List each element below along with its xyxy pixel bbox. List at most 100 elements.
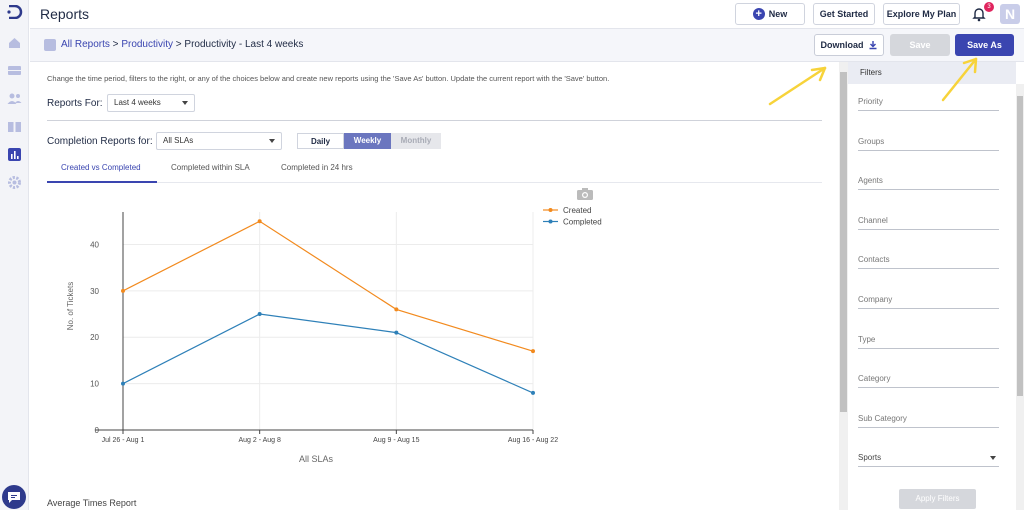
series-line-created <box>122 220 534 352</box>
data-point-created <box>394 307 399 312</box>
legend-label-created: Created <box>563 206 591 215</box>
reports-for-select[interactable]: Last 4 weeks <box>107 94 195 112</box>
main-scrollbar[interactable] <box>839 62 848 510</box>
filter-field-sports[interactable]: Sports <box>858 453 999 468</box>
report-header: All Reports > Productivity > Productivit… <box>30 29 1024 62</box>
completion-reports-label: Completion Reports for: <box>47 136 153 147</box>
period-weekly-button[interactable]: Weekly <box>344 133 391 149</box>
new-button-label: New <box>768 9 788 19</box>
data-point-completed <box>257 312 262 317</box>
save-button[interactable]: Save <box>890 34 950 56</box>
tab-completed-in-24-hrs[interactable]: Completed in 24 hrs <box>281 163 353 172</box>
y-axis-label: No. of Tickets <box>66 282 75 330</box>
left-rail <box>0 0 29 510</box>
home-icon[interactable] <box>7 35 22 50</box>
filter-field-groups[interactable]: Groups <box>858 137 999 151</box>
chevron-down-icon <box>269 139 275 143</box>
save-as-label: Save As <box>967 40 1002 50</box>
x-axis-label: All SLAs <box>299 454 334 462</box>
app-logo-icon[interactable] <box>6 5 23 19</box>
chat-icon <box>8 492 20 503</box>
intro-text: Change the time period, filters to the r… <box>47 74 610 83</box>
filter-field-channel[interactable]: Channel <box>858 216 999 230</box>
completion-sla-select[interactable]: All SLAs <box>156 132 282 150</box>
chevron-down-icon <box>182 101 188 105</box>
x-tick-label: Aug 2 - Aug 8 <box>238 437 281 444</box>
download-button[interactable]: Download <box>814 34 884 56</box>
divider <box>47 120 822 121</box>
apply-filters-button[interactable]: Apply Filters <box>899 489 976 509</box>
breadcrumb: All Reports > Productivity > Productivit… <box>61 39 303 50</box>
filter-field-type[interactable]: Type <box>858 335 999 349</box>
legend-marker-completed <box>548 219 553 224</box>
legend-label-completed: Completed <box>563 218 602 227</box>
x-tick-label: Aug 9 - Aug 15 <box>373 437 419 444</box>
y-tick-label: 40 <box>90 240 99 249</box>
x-tick-label: Aug 16 - Aug 22 <box>508 437 558 444</box>
data-point-completed <box>121 381 125 386</box>
explore-my-plan-button[interactable]: Explore My Plan <box>883 3 960 25</box>
y-tick-label: 20 <box>90 333 99 342</box>
notification-count-badge: 3 <box>984 2 994 12</box>
chevron-down-icon <box>990 456 996 461</box>
report-chart-icon <box>44 39 56 51</box>
save-as-button[interactable]: Save As <box>955 34 1014 56</box>
save-label: Save <box>909 40 931 50</box>
download-icon <box>869 41 876 50</box>
filter-field-priority[interactable]: Priority <box>858 97 999 111</box>
data-point-completed <box>394 330 399 335</box>
chat-support-button[interactable] <box>2 485 26 509</box>
period-monthly-button[interactable]: Monthly <box>391 133 441 149</box>
filters-scrollbar-thumb[interactable] <box>1017 96 1023 396</box>
legend-marker-created <box>548 208 553 212</box>
breadcrumb-current: > Productivity - Last 4 weeks <box>173 39 304 50</box>
reports-for-label: Reports For: <box>47 98 103 109</box>
contacts-icon[interactable] <box>7 91 22 106</box>
breadcrumb-all-reports[interactable]: All Reports <box>61 39 110 50</box>
filters-scrollbar[interactable] <box>1016 84 1024 510</box>
download-label: Download <box>820 40 864 50</box>
user-avatar[interactable]: N <box>1000 4 1020 24</box>
tab-created-vs-completed[interactable]: Created vs Completed <box>61 163 141 172</box>
filter-field-sub-category[interactable]: Sub Category <box>858 414 999 428</box>
filter-field-contacts[interactable]: Contacts <box>858 255 999 270</box>
active-tab-indicator <box>47 181 157 183</box>
filters-title: Filters <box>848 62 1016 84</box>
filter-field-agents[interactable]: Agents <box>858 176 999 191</box>
breadcrumb-productivity[interactable]: Productivity <box>121 39 173 50</box>
reports-for-value: Last 4 weeks <box>114 98 161 107</box>
explore-my-plan-label: Explore My Plan <box>886 9 957 19</box>
x-tick-label: Jul 26 - Aug 1 <box>102 437 145 444</box>
chart-grid <box>123 212 534 431</box>
filter-field-category[interactable]: Category <box>858 374 999 389</box>
y-tick-label: 30 <box>90 287 99 296</box>
data-point-created <box>257 219 262 224</box>
new-button[interactable]: + New <box>735 3 805 25</box>
y-tick-label: 10 <box>90 380 99 389</box>
data-point-completed <box>531 390 535 395</box>
tab-completed-within-sla[interactable]: Completed within SLA <box>171 163 250 172</box>
completion-sla-value: All SLAs <box>163 136 194 145</box>
data-point-created <box>531 349 535 354</box>
created-vs-completed-chart: 010203040Jul 26 - Aug 1Aug 2 - Aug 8Aug … <box>66 206 602 462</box>
chart-legend: Created Completed <box>543 206 602 227</box>
data-point-created <box>121 288 125 293</box>
camera-snapshot-icon[interactable] <box>576 187 594 201</box>
get-started-label: Get Started <box>819 9 869 19</box>
period-daily-button[interactable]: Daily <box>297 133 344 149</box>
series-line-completed <box>122 313 534 394</box>
app-title: Reports <box>40 6 90 22</box>
main-scrollbar-thumb[interactable] <box>840 72 847 412</box>
filters-panel: Filters Priority Groups Agents Channel Conta… <box>848 62 1024 510</box>
report-content: Change the time period, filters to the r… <box>30 62 838 510</box>
chart-series <box>121 219 535 395</box>
tabs-baseline <box>47 182 822 183</box>
breadcrumb-separator: > <box>109 39 122 50</box>
filter-field-company[interactable]: Company <box>858 295 999 309</box>
get-started-button[interactable]: Get Started <box>813 3 875 25</box>
reports-icon[interactable] <box>7 147 22 162</box>
top-bar: Reports + New Get Started Explore My Pla… <box>30 0 1024 29</box>
knowledge-base-icon[interactable] <box>7 119 22 134</box>
tickets-icon[interactable] <box>7 63 22 78</box>
settings-gear-icon[interactable] <box>7 175 22 190</box>
